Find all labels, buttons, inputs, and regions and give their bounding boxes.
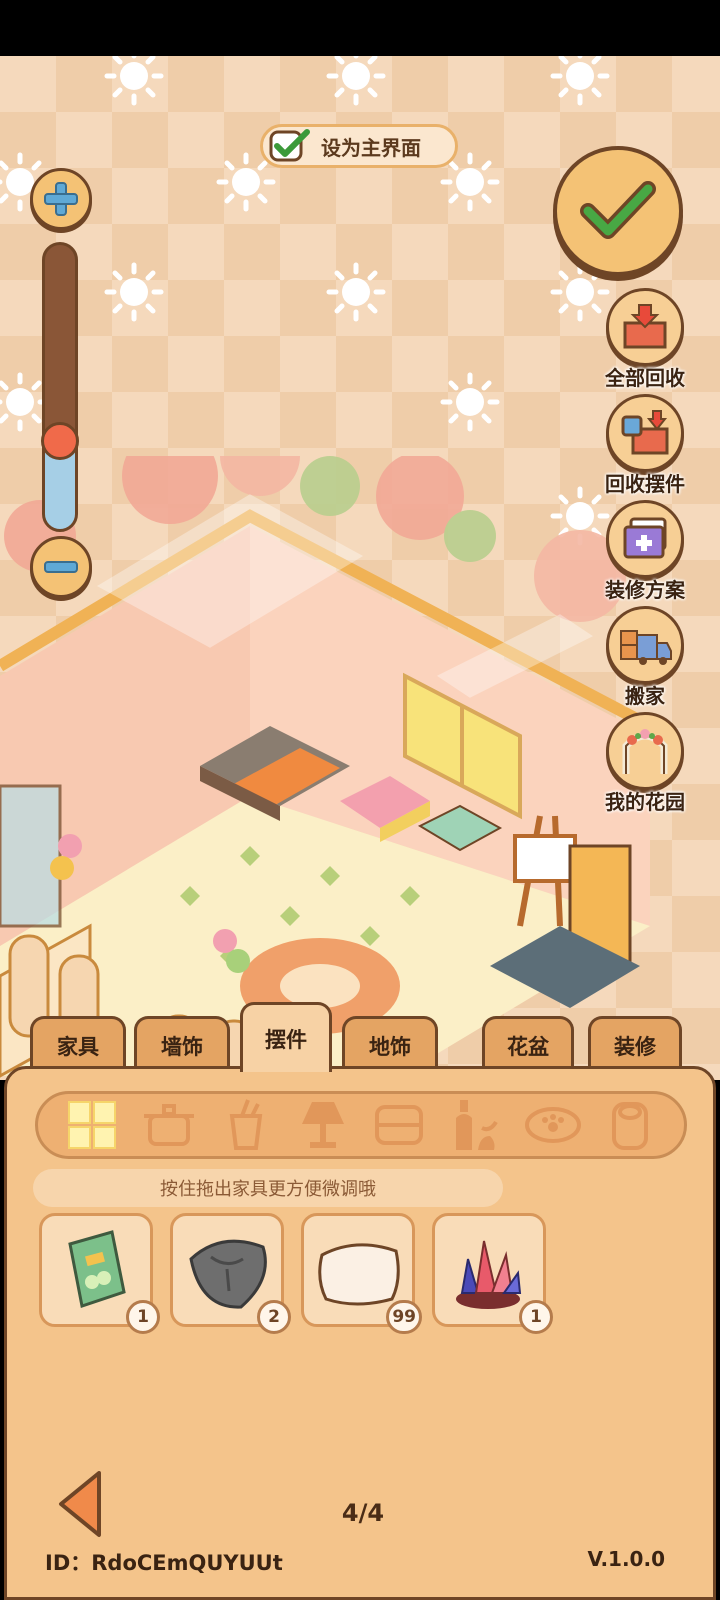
zoom-out-button[interactable] [30,536,92,598]
paper-roll-icon [611,1102,648,1150]
subtab-bottles[interactable] [445,1096,507,1154]
checkmark-icon [269,129,310,162]
gray-cushion-icon [189,1239,267,1309]
cushion-icon [375,1105,424,1145]
item-count-badge: 1 [126,1300,160,1334]
subtab-kitchenware[interactable] [138,1096,200,1154]
box-down-arrow-icon [623,304,667,349]
tab-floor-decor[interactable]: 地饰 [342,1016,438,1072]
version-label: V.1.0.0 [587,1547,665,1571]
cup-icon [229,1099,263,1150]
tab-flower-pots[interactable]: 花盆 [482,1016,574,1072]
sun-decoration-icon [326,56,386,106]
item-count-badge: 1 [519,1300,553,1334]
subtab-cups[interactable] [215,1096,277,1154]
confirm-button[interactable] [553,146,683,276]
my-garden-label: 我的花园 [605,790,685,814]
moving-truck-icon [620,630,672,665]
decor-plan-button[interactable]: 装修方案 [590,500,700,603]
inventory-item-seed-packet[interactable]: 1 [39,1213,160,1334]
pet-bowl-icon [524,1107,581,1143]
plus-icon [44,182,78,216]
recycle-all-label: 全部回收 [605,366,685,390]
room-scene[interactable]: 设为主界面 全部回收 回收摆件 装修方案 搬家 我的花园 [0,56,720,1080]
player-id: ID：RdoCEmQUYUUt [45,1551,283,1575]
recycle-all-button[interactable]: 全部回收 [590,288,700,391]
grid-all-icon [68,1101,117,1149]
subtab-cushions[interactable] [368,1096,430,1154]
zoom-slider[interactable] [42,242,78,532]
page-indicator: 4/4 [341,1499,385,1527]
tab-wall-decor[interactable]: 墙饰 [134,1016,230,1072]
tab-ornaments[interactable]: 摆件 [240,1002,332,1072]
my-garden-button[interactable]: 我的花园 [590,712,700,815]
inventory-panel: 按住拖出家具更方便微调哦 1 2 99 1 4/4 ID：RdoCEmQUYUU… [4,1066,716,1600]
sun-decoration-icon [326,262,386,322]
folder-plus-icon [623,517,667,559]
minus-icon [44,561,78,573]
recycle-ornaments-button[interactable]: 回收摆件 [590,394,700,497]
confirm-check-icon [580,181,656,239]
bottle-icon [456,1100,498,1150]
white-pillow-icon [318,1243,400,1306]
flower-arch-icon [622,729,668,774]
move-house-button[interactable]: 搬家 [590,606,700,709]
cup-box-icon [621,410,669,455]
subtab-daily-goods[interactable] [599,1096,661,1154]
set-as-main-label: 设为主界面 [321,135,421,160]
status-bar [0,0,720,56]
recycle-ornaments-label: 回收摆件 [605,472,685,496]
drag-hint-text: 按住拖出家具更方便微调哦 [33,1169,503,1207]
subtab-all[interactable] [61,1096,123,1154]
lamp-icon [301,1102,344,1148]
zoom-in-button[interactable] [30,168,92,230]
subtab-pet-items[interactable] [522,1096,584,1154]
sun-decoration-icon [104,56,164,106]
sun-decoration-icon [104,262,164,322]
inventory-item-white-pillow[interactable]: 99 [301,1213,422,1334]
move-house-label: 搬家 [625,684,665,708]
subtab-lamps[interactable] [292,1096,354,1154]
sun-decoration-icon [550,56,610,106]
tab-renovation[interactable]: 装修 [588,1016,682,1072]
crystal-cluster-icon [456,1240,522,1309]
decor-plan-label: 装修方案 [605,578,685,602]
inventory-item-crystal-cluster[interactable]: 1 [432,1213,553,1334]
subcategory-bar [35,1091,687,1159]
set-as-main-screen-toggle[interactable]: 设为主界面 [260,124,458,168]
pot-icon [144,1104,195,1146]
seed-packet-icon [68,1230,126,1308]
sun-decoration-icon [440,372,500,432]
inventory-item-gray-cushion[interactable]: 2 [170,1213,291,1334]
item-count-badge: 99 [386,1300,422,1334]
item-count-badge: 2 [257,1300,291,1334]
zoom-slider-handle[interactable] [41,422,79,460]
tab-furniture[interactable]: 家具 [30,1016,126,1072]
